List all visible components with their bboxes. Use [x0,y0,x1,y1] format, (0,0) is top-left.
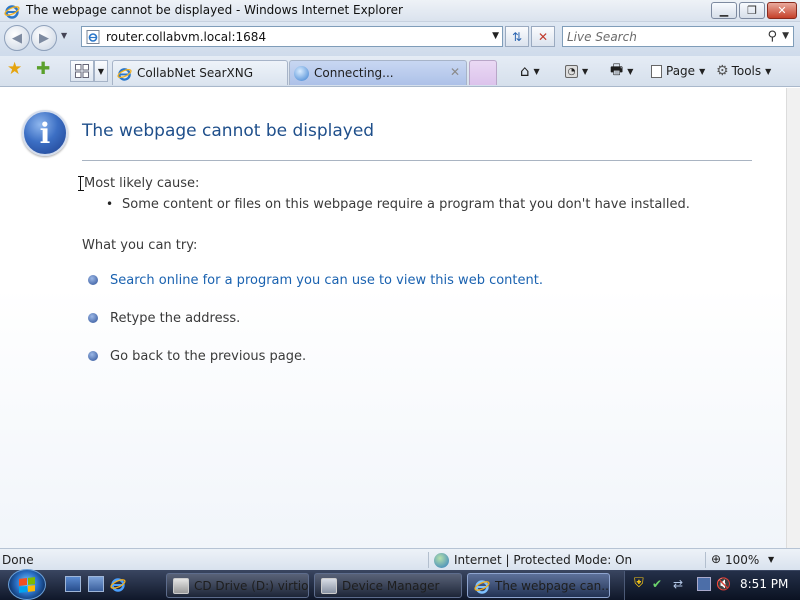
refresh-button[interactable]: ⇅ [505,26,529,47]
maximize-button[interactable]: ❐ [739,2,765,19]
tools-dropdown-icon: ▼ [765,66,772,76]
volume-muted-icon[interactable]: 🔇 [716,577,731,591]
address-dropdown-icon[interactable]: ▼ [492,31,499,41]
home-button[interactable]: ⌂ ▼ [520,61,540,81]
feeds-dropdown-icon[interactable]: ▼ [582,67,588,76]
ie-tab-icon [117,67,132,81]
window-title: The webpage cannot be displayed - Window… [26,3,403,17]
address-bar[interactable]: router.collabvm.local:1684 ▼ [81,26,503,47]
close-tab-icon[interactable]: ✕ [450,65,460,79]
cause-item: Some content or files on this webpage re… [122,197,690,212]
windows-logo-icon [19,576,35,593]
tools-menu-button[interactable]: ⚙ Tools ▼ [716,61,771,81]
minimize-button[interactable]: ▁ [711,2,737,19]
tab-list-dropdown-icon: ▼ [97,66,105,76]
loading-globe-icon [294,65,309,81]
favorites-center-icon[interactable]: ★ [7,61,22,78]
home-dropdown-icon[interactable]: ▼ [534,67,540,76]
tab-label: CollabNet SearXNG [137,66,254,80]
suggestion-bullet-icon [88,275,98,285]
task-label: Device Manager [342,578,440,593]
page-menu-button[interactable]: Page ▼ [651,61,705,81]
ie-task-icon [474,579,490,594]
retype-address-suggestion: Retype the address. [110,311,241,326]
security-zone-text[interactable]: Internet | Protected Mode: On [454,553,632,567]
ie-quicklaunch-icon[interactable] [110,576,126,592]
cd-drive-icon [173,577,189,594]
search-box[interactable]: ⚲ ▼ [562,26,794,47]
status-bar: Done Internet | Protected Mode: On ⊕ 100… [0,548,800,570]
tab-list-dropdown[interactable]: ▼ [94,60,108,82]
search-online-link[interactable]: Search online for a program you can use … [110,273,543,288]
minimize-icon: ▁ [719,4,729,17]
ie-page-icon [86,30,100,44]
bullet-icon: • [106,197,114,211]
info-icon: i [22,110,68,156]
feeds-button[interactable]: ◔ ▼ [565,61,588,81]
forward-button[interactable]: ▶ [31,25,57,51]
start-button[interactable] [8,569,46,600]
status-text: Done [2,553,34,567]
device-manager-icon [321,577,337,594]
new-tab-button[interactable] [469,60,497,85]
back-button[interactable]: ◀ [4,25,30,51]
search-input[interactable] [565,28,765,45]
rss-feed-icon: ◔ [565,64,578,78]
sync-icon[interactable]: ⇄ [673,577,687,591]
security-shield-icon[interactable]: ⛨ [634,577,648,591]
url-text[interactable]: router.collabvm.local:1684 [106,30,266,44]
title-bar: The webpage cannot be displayed - Window… [0,0,800,22]
close-icon: ✕ [777,4,787,17]
task-label: CD Drive (D:) virtio... [194,578,309,593]
page-dropdown-icon: ▼ [699,66,706,76]
forward-arrow-icon: ▶ [39,30,49,46]
tab-connecting[interactable]: Connecting... ✕ [289,60,467,85]
taskbar-item-device-manager[interactable]: Device Manager [314,573,462,598]
restore-icon: ❐ [747,4,757,17]
zoom-icon[interactable]: ⊕ [711,552,721,566]
switch-windows-icon[interactable] [88,576,104,592]
tools-menu-label: Tools [731,64,762,78]
refresh-icon: ⇅ [511,29,523,44]
stop-icon: ✕ [537,29,549,44]
page-title: The webpage cannot be displayed [82,121,375,141]
quick-tabs-button[interactable] [70,60,94,82]
quick-tabs-icon [75,64,89,78]
system-clock[interactable]: 8:51 PM [740,577,788,591]
taskbar-item-cd-drive[interactable]: CD Drive (D:) virtio... [166,573,309,598]
page-menu-label: Page [666,64,696,78]
history-dropdown-icon[interactable]: ▼ [61,31,67,40]
zoom-level[interactable]: 100% [725,553,759,567]
go-back-suggestion: Go back to the previous page. [110,349,307,364]
stop-button[interactable]: ✕ [531,26,555,47]
suggestion-bullet-icon [88,351,98,361]
network-icon[interactable] [697,577,711,591]
gear-icon: ⚙ [716,63,729,79]
print-button[interactable]: 🖶 ▼ [610,61,633,81]
zoom-dropdown-icon[interactable]: ▼ [768,555,774,564]
suggestion-bullet-icon [88,313,98,323]
taskbar-item-ie[interactable]: The webpage can... [467,573,610,598]
divider [82,160,752,161]
print-dropdown-icon[interactable]: ▼ [627,67,633,76]
add-to-favorites-icon[interactable]: ✚ [36,61,50,78]
back-arrow-icon: ◀ [12,30,22,46]
tab-label: Connecting... [314,66,394,80]
cause-label: Most likely cause: [84,176,200,191]
close-window-button[interactable]: ✕ [767,2,797,19]
search-icon[interactable]: ⚲ [767,29,777,44]
tab-collabnet-searxng[interactable]: CollabNet SearXNG [112,60,288,85]
security-check-icon[interactable]: ✔ [652,577,666,591]
ie-logo-icon [4,5,20,19]
text-cursor-icon [78,176,84,191]
page-icon [651,64,662,78]
show-desktop-icon[interactable] [65,576,81,592]
task-label: The webpage can... [495,578,610,593]
try-label: What you can try: [82,238,198,253]
print-icon: 🖶 [610,62,624,78]
home-icon: ⌂ [520,62,530,80]
search-options-dropdown-icon[interactable]: ▼ [782,31,789,41]
internet-zone-icon [434,553,449,568]
vertical-scrollbar[interactable] [786,88,800,548]
